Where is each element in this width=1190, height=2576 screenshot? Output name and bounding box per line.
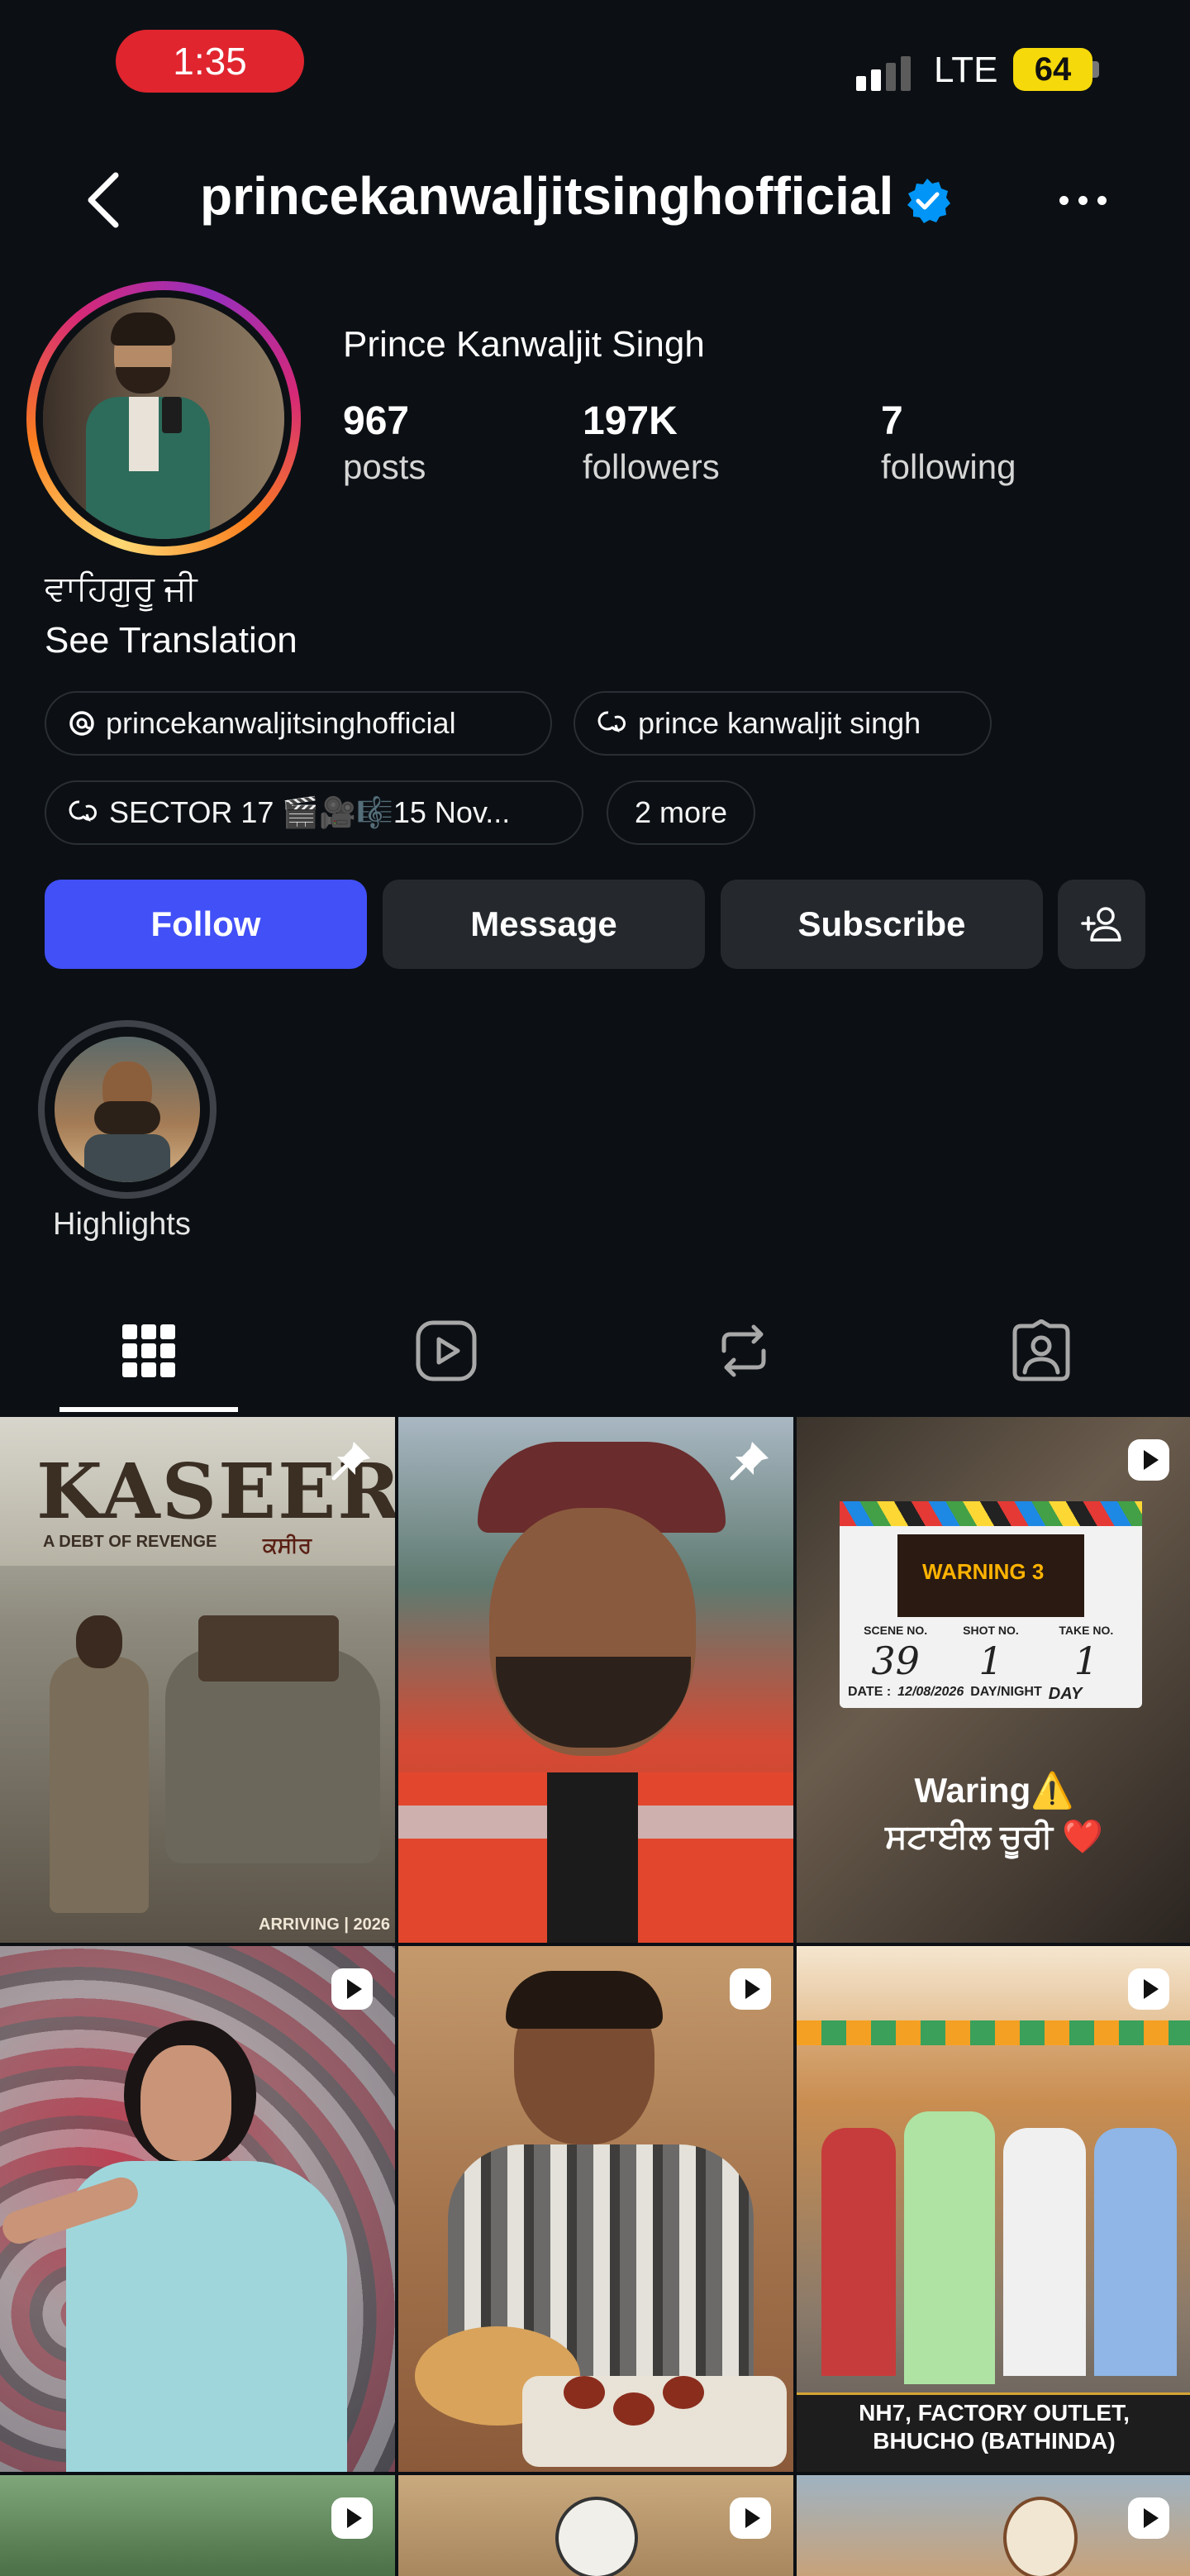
broadcast-channel-icon bbox=[69, 800, 97, 822]
pin-icon bbox=[730, 1442, 769, 1481]
clapper-date: 12/08/2026 bbox=[897, 1685, 964, 1699]
followers-label: followers bbox=[583, 447, 720, 486]
add-person-icon bbox=[1081, 907, 1121, 942]
clapper-scene: 39 bbox=[871, 1639, 920, 1683]
signal-icon bbox=[856, 55, 932, 91]
grid-post-6[interactable]: NH7, FACTORY OUTLET, BHUCHO (BATHINDA) bbox=[797, 1946, 1190, 2472]
grid-post-8[interactable] bbox=[398, 2475, 793, 2576]
followers-count[interactable]: 197K followers bbox=[583, 398, 720, 487]
followers-value: 197K bbox=[583, 399, 678, 443]
following-value: 7 bbox=[881, 399, 903, 443]
battery-tip-icon bbox=[1092, 61, 1099, 78]
reel-icon bbox=[331, 1968, 373, 2010]
repost-icon bbox=[721, 1324, 766, 1377]
clapperboard: WARNING 3 SCENE NO. SHOT NO. TAKE NO. 39… bbox=[840, 1501, 1142, 1708]
following-label: following bbox=[881, 447, 1016, 486]
active-tab-indicator bbox=[60, 1407, 238, 1412]
tab-tagged[interactable] bbox=[1005, 1314, 1078, 1387]
clapper-daynight: DAY bbox=[1048, 1685, 1083, 1703]
post-6-caption: NH7, FACTORY OUTLET, BHUCHO (BATHINDA) bbox=[859, 2400, 1130, 2454]
bio-text: ਵਾਹਿਗੁਰੂ ਜੀ bbox=[45, 569, 198, 608]
grid-post-5[interactable] bbox=[398, 1946, 793, 2472]
clapper-take-header: TAKE NO. bbox=[1059, 1624, 1114, 1637]
grid-post-1[interactable]: KASEER A DEBT OF REVENGE ਕਸੀਰ ARRIVING |… bbox=[0, 1417, 395, 1943]
threads-link-chip[interactable]: princekanwaljitsinghofficial bbox=[45, 691, 552, 756]
channel-chip-1[interactable]: prince kanwaljit singh bbox=[574, 691, 992, 756]
reel-icon bbox=[730, 2497, 771, 2539]
status-time: 1:35 bbox=[116, 30, 304, 93]
reels-play-icon bbox=[416, 1320, 477, 1381]
profile-username: princekanwaljitsinghofficial bbox=[200, 166, 894, 226]
grid-post-7[interactable] bbox=[0, 2475, 395, 2576]
channel-chip-1-label: prince kanwaljit singh bbox=[638, 706, 921, 740]
clapper-shot-header: SHOT NO. bbox=[963, 1624, 1019, 1637]
post-1-subtitle: A DEBT OF REVENGE bbox=[43, 1533, 217, 1551]
posts-label: posts bbox=[343, 447, 426, 486]
grid-icon bbox=[122, 1324, 175, 1377]
grid-post-2[interactable] bbox=[398, 1417, 793, 1943]
follow-button[interactable]: Follow bbox=[45, 880, 367, 969]
posts-value: 967 bbox=[343, 399, 410, 443]
tab-posts-grid[interactable] bbox=[112, 1314, 185, 1387]
broadcast-channel-icon bbox=[597, 711, 626, 732]
clapper-scene-header: SCENE NO. bbox=[864, 1624, 928, 1637]
channel-chip-2[interactable]: SECTOR 17 🎬🎥🎼15 Nov... bbox=[45, 780, 583, 845]
reel-icon bbox=[1128, 1968, 1169, 2010]
back-arrow-icon[interactable] bbox=[79, 167, 129, 233]
profile-avatar[interactable] bbox=[26, 281, 301, 556]
tab-reels[interactable] bbox=[410, 1314, 483, 1387]
more-links-chip[interactable]: 2 more bbox=[607, 780, 755, 845]
following-count[interactable]: 7 following bbox=[881, 398, 1016, 487]
threads-icon bbox=[69, 711, 94, 736]
clapper-daynight-label: DAY/NIGHT bbox=[970, 1685, 1042, 1699]
grid-post-3[interactable]: WARNING 3 SCENE NO. SHOT NO. TAKE NO. 39… bbox=[797, 1417, 1190, 1943]
highlight-label: Highlights bbox=[53, 1207, 191, 1242]
see-translation-link[interactable]: See Translation bbox=[45, 620, 298, 661]
clapper-take: 1 bbox=[1073, 1639, 1098, 1683]
tagged-person-icon bbox=[1012, 1319, 1070, 1381]
display-name: Prince Kanwaljit Singh bbox=[343, 324, 705, 365]
grid-post-4[interactable] bbox=[0, 1946, 395, 2472]
subscribe-button[interactable]: Subscribe bbox=[721, 880, 1043, 969]
suggested-accounts-button[interactable] bbox=[1058, 880, 1145, 969]
channel-chip-2-label: SECTOR 17 🎬🎥🎼15 Nov... bbox=[109, 795, 511, 829]
more-options-icon[interactable] bbox=[1059, 185, 1109, 215]
more-links-label: 2 more bbox=[634, 795, 728, 829]
message-button[interactable]: Message bbox=[383, 880, 705, 969]
clapper-shot: 1 bbox=[978, 1639, 1003, 1683]
reel-icon bbox=[331, 2497, 373, 2539]
pin-icon bbox=[331, 1442, 370, 1481]
posts-count[interactable]: 967 posts bbox=[343, 398, 426, 487]
threads-link-label: princekanwaljitsinghofficial bbox=[106, 706, 456, 740]
clapper-date-label: DATE : bbox=[848, 1685, 892, 1699]
network-label: LTE bbox=[934, 50, 998, 90]
tab-reposts[interactable] bbox=[707, 1314, 780, 1387]
battery-indicator: 64 bbox=[1013, 48, 1092, 91]
post-3-caption-1: Waring⚠️ bbox=[914, 1771, 1074, 1810]
grid-post-9[interactable] bbox=[797, 2475, 1190, 2576]
clapper-badge: WARNING 3 bbox=[922, 1559, 1045, 1584]
reel-icon bbox=[730, 1968, 771, 2010]
story-highlight[interactable] bbox=[38, 1020, 217, 1199]
post-1-footer: ARRIVING | 2026 bbox=[259, 1915, 390, 1934]
verified-badge-icon bbox=[907, 179, 950, 223]
post-1-punjabi-title: ਕਸੀਰ bbox=[263, 1533, 312, 1558]
reel-icon bbox=[1128, 2497, 1169, 2539]
post-3-caption-2: ਸਟਾਈਲ ਚੂਰੀ ❤️ bbox=[885, 1819, 1103, 1855]
reel-icon bbox=[1128, 1439, 1169, 1481]
